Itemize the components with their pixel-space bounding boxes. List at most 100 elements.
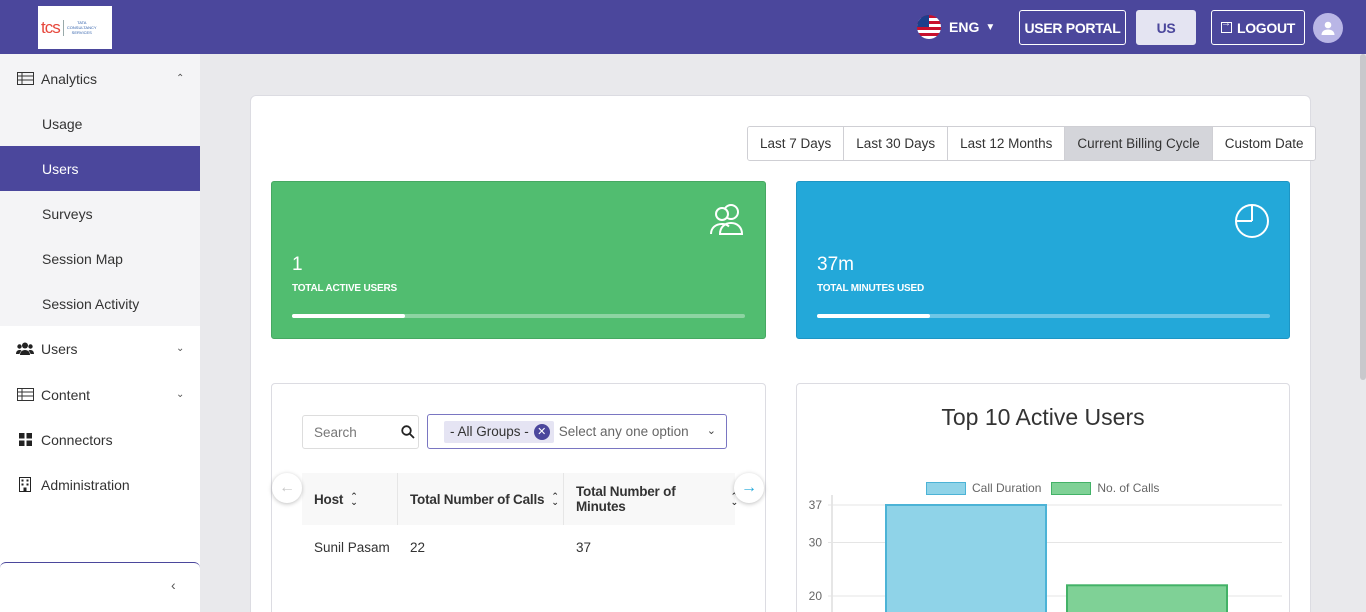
range-current-billing-cycle[interactable]: Current Billing Cycle xyxy=(1065,127,1213,160)
logo-text: tcs xyxy=(41,17,61,37)
logo-subtext: TATA CONSULTANCY SERVICES xyxy=(66,20,97,35)
arrow-left-icon: ← xyxy=(279,479,295,496)
table-cell-minutes: 37 xyxy=(576,540,592,555)
language-selector[interactable]: ENG ▼ xyxy=(917,14,995,40)
range-last-7-days[interactable]: Last 7 Days xyxy=(748,127,845,160)
sidebar-item-users[interactable]: Users ⌄ xyxy=(0,326,200,371)
user-portal-button[interactable]: USER PORTAL xyxy=(1019,10,1126,45)
legend-swatch-no-of-calls xyxy=(1051,481,1092,495)
scroll-right-button[interactable]: → xyxy=(734,473,764,503)
building-icon xyxy=(16,477,34,492)
us-flag-icon xyxy=(917,15,941,39)
sidebar-item-content[interactable]: Content ⌄ xyxy=(0,372,200,417)
sidebar-item-session-activity[interactable]: Session Activity xyxy=(0,281,200,326)
active-users-card: 1 TOTAL ACTIVE USERS xyxy=(271,181,766,339)
remove-chip-icon[interactable]: ✕ xyxy=(533,423,550,440)
range-last-12-months[interactable]: Last 12 Months xyxy=(948,127,1066,160)
sidebar-item-label: Content xyxy=(41,386,91,403)
logout-button[interactable]: LOGOUT xyxy=(1211,10,1305,45)
chart-title: Top 10 Active Users xyxy=(941,404,1145,430)
sidebar-item-label: Session Activity xyxy=(42,295,140,312)
active-users-progress xyxy=(292,314,745,318)
language-label: ENG xyxy=(949,19,980,35)
chevron-down-icon: ▼ xyxy=(985,21,996,33)
user-icon xyxy=(1321,21,1335,35)
sidebar-collapse-bar: ‹ xyxy=(0,562,200,612)
sidebar-item-label: Analytics xyxy=(41,70,98,87)
users-icon xyxy=(16,342,34,356)
avatar[interactable] xyxy=(1313,13,1343,43)
progress-fill xyxy=(292,314,406,318)
logout-icon xyxy=(1220,18,1232,33)
sidebar-item-label: Surveys xyxy=(42,205,93,222)
users-outline-icon xyxy=(710,204,744,235)
user-portal-label: USER PORTAL xyxy=(1024,19,1121,36)
region-label: US xyxy=(1156,19,1176,36)
active-users-caption: TOTAL ACTIVE USERS xyxy=(292,283,397,294)
sidebar-item-administration[interactable]: Administration xyxy=(0,462,200,507)
legend-swatch-call-duration xyxy=(926,481,966,495)
sidebar-item-label: Connectors xyxy=(41,431,113,448)
sidebar-item-label: Administration xyxy=(41,476,130,493)
chart-legend: Call Duration No. of Calls xyxy=(926,481,1159,495)
sidebar-item-surveys[interactable]: Surveys xyxy=(0,191,200,236)
sidebar-item-label: Users xyxy=(41,340,78,357)
column-header-label: Total Number of Calls xyxy=(410,491,545,507)
group-select-placeholder: Select any one option xyxy=(558,424,689,439)
table-cell-host: Sunil Pasam xyxy=(314,540,390,555)
chevron-up-icon: ⌃ xyxy=(176,73,185,84)
page-scrollbar[interactable] xyxy=(1360,54,1366,380)
sort-icon: ⌃ ⌄ xyxy=(350,491,358,507)
legend-label-no-of-calls: No. of Calls xyxy=(1097,481,1160,495)
y-tick-label: 20 xyxy=(809,589,823,603)
bar-call-duration[interactable] xyxy=(885,504,1047,612)
active-users-value: 1 xyxy=(292,254,303,275)
column-header-total-calls[interactable]: Total Number of Calls ⌃ ⌄ xyxy=(397,473,563,525)
sidebar-item-label: Users xyxy=(42,160,79,177)
search-input[interactable] xyxy=(314,424,404,440)
group-select[interactable]: - All Groups - ✕ Select any one option ⌄ xyxy=(427,414,727,449)
column-header-host[interactable]: Host ⌃ ⌄ xyxy=(302,473,397,525)
sidebar-item-users-analytics[interactable]: Users xyxy=(0,146,200,191)
chevron-down-icon: ⌄ xyxy=(706,425,716,437)
region-button[interactable]: US xyxy=(1136,10,1196,45)
y-tick-label: 37 xyxy=(809,498,823,512)
top-bar: tcs TATA CONSULTANCY SERVICES ENG ▼ USER… xyxy=(0,0,1366,54)
arrow-right-icon: → xyxy=(741,479,757,496)
search-box xyxy=(302,415,419,449)
company-logo[interactable]: tcs TATA CONSULTANCY SERVICES xyxy=(38,6,112,49)
y-tick-label: 30 xyxy=(809,535,823,549)
chevron-down-icon: ⌄ xyxy=(176,389,185,400)
scroll-left-button[interactable]: ← xyxy=(272,473,302,503)
date-range-selector: Last 7 Days Last 30 Days Last 12 Months … xyxy=(747,126,1317,161)
grid-icon xyxy=(16,433,34,447)
sidebar-item-usage[interactable]: Usage xyxy=(0,101,200,146)
progress-fill xyxy=(817,314,931,318)
sidebar-item-label: Session Map xyxy=(42,250,123,267)
column-header-label: Host xyxy=(314,491,344,507)
range-last-30-days[interactable]: Last 30 Days xyxy=(844,127,949,160)
group-chip-label: - All Groups - xyxy=(450,424,529,439)
sort-icon: ⌃ ⌄ xyxy=(551,491,559,507)
range-custom-date[interactable]: Custom Date xyxy=(1212,127,1316,160)
table-icon xyxy=(16,388,34,402)
minutes-used-card: 37m TOTAL MINUTES USED xyxy=(796,181,1290,339)
minutes-used-value: 37m xyxy=(817,254,854,275)
chevron-down-icon: ⌄ xyxy=(176,343,185,354)
collapse-sidebar-icon[interactable]: ‹ xyxy=(171,577,176,593)
logo-divider xyxy=(62,19,64,36)
minutes-used-caption: TOTAL MINUTES USED xyxy=(817,283,924,294)
minutes-used-progress xyxy=(817,314,1270,318)
table-icon xyxy=(16,72,34,86)
bar-chart: 37 30 20 xyxy=(809,495,1282,612)
sidebar-item-connectors[interactable]: Connectors xyxy=(0,417,200,462)
bar-no-of-calls[interactable] xyxy=(1066,584,1228,612)
group-chip: - All Groups - ✕ xyxy=(444,420,554,443)
pie-chart-icon xyxy=(1235,204,1269,238)
search-icon[interactable] xyxy=(401,425,415,439)
legend-label-call-duration: Call Duration xyxy=(972,481,1042,495)
column-header-label: Total Number of Minutes xyxy=(576,484,676,514)
column-header-total-minutes[interactable]: Total Number of Minutes ⌃ ⌄ xyxy=(563,473,738,525)
sidebar-item-session-map[interactable]: Session Map xyxy=(0,236,200,281)
sidebar-item-analytics[interactable]: Analytics ⌃ xyxy=(0,56,200,101)
